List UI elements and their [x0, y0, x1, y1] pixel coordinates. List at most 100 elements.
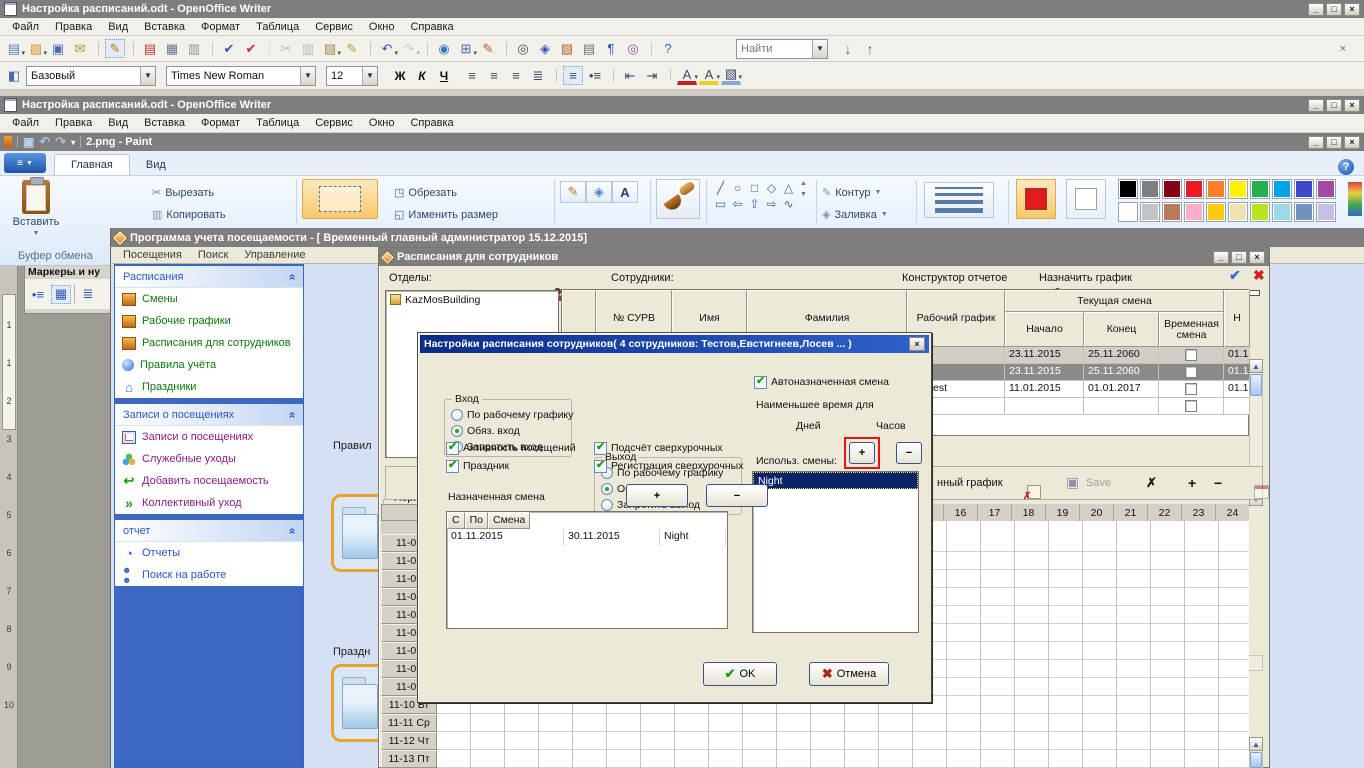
sidebar-item[interactable]: Служебные уходы — [115, 448, 303, 470]
assigned-row[interactable]: 01.11.2015 30.11.2015 Night — [447, 529, 727, 546]
assigned-col-header[interactable]: С — [447, 512, 465, 529]
style-dropdown-icon[interactable]: ▼ — [140, 67, 155, 85]
palette-color[interactable] — [1206, 202, 1226, 222]
checkbox[interactable] — [594, 442, 607, 455]
shape-icon[interactable]: ▭ — [712, 196, 729, 212]
align-right-button[interactable]: ≡ — [506, 66, 526, 85]
used-shifts-listbox[interactable]: Night — [752, 471, 919, 633]
copy-button[interactable]: ▥ Копировать — [152, 208, 226, 221]
shape-icon[interactable]: ○ — [729, 180, 746, 196]
underline-button[interactable]: Ч — [434, 66, 454, 85]
paste-button[interactable]: ▧ — [320, 39, 340, 58]
highlighting-button[interactable]: А — [699, 66, 719, 85]
calendar-disabled-icon[interactable] — [1254, 485, 1269, 499]
sidebar-section-report[interactable]: отчет» — [115, 520, 303, 542]
edit-file-button[interactable]: ✎ — [105, 39, 125, 58]
palette-color[interactable] — [1118, 202, 1138, 222]
col-end[interactable]: Конец — [1084, 312, 1159, 347]
decrease-indent-button[interactable]: ⇤ — [620, 66, 640, 85]
sidebar-item[interactable]: Расписания для сотрудников — [115, 332, 303, 354]
font-name-select[interactable]: Times New Roman ▼ — [166, 66, 316, 86]
restore-button[interactable]: □ — [1326, 99, 1342, 112]
palette-color[interactable] — [1294, 179, 1314, 199]
cut-button[interactable]: ✂ — [276, 39, 296, 58]
assigned-remove-button[interactable]: − — [706, 484, 768, 507]
brushes-button[interactable] — [656, 179, 700, 219]
font-dropdown-icon[interactable]: ▼ — [300, 67, 315, 85]
tab-home[interactable]: Главная — [54, 154, 130, 175]
shape-icon[interactable]: ∿ — [780, 196, 797, 212]
menu-item[interactable]: Справка — [402, 115, 461, 131]
color1-button[interactable] — [1016, 179, 1056, 219]
shape-icon[interactable]: ⇦ — [729, 196, 746, 212]
close-button[interactable]: × — [1344, 136, 1360, 149]
col-group-current-shift[interactable]: Текущая смена — [1005, 290, 1224, 312]
nonprinting-characters-button[interactable]: ¶ — [601, 39, 621, 58]
sidebar-item[interactable]: Поиск на работе — [115, 564, 303, 586]
delete-schedule-icon[interactable] — [1027, 485, 1041, 499]
menu-item[interactable]: Сервис — [307, 115, 361, 131]
quick-save-icon[interactable]: ▣ — [23, 135, 34, 149]
restore-button[interactable]: □ — [1326, 136, 1342, 149]
sidebar-item[interactable]: Добавить посещаемость — [115, 470, 303, 492]
menu-item[interactable]: Окно — [361, 115, 403, 131]
checkbox[interactable] — [446, 460, 459, 473]
format-paintbrush-button[interactable]: ✎ — [342, 39, 362, 58]
paint-titlebar[interactable]: ▣ ↶ ↷ ▾ 2.png - Paint _ □ × — [0, 133, 1364, 151]
paste-button[interactable]: Вставить ▼ — [10, 180, 62, 246]
font-color-button[interactable]: А — [677, 66, 697, 85]
scroll-up-icon[interactable]: ▲ — [1249, 737, 1263, 751]
scroll-thumb[interactable] — [1250, 374, 1262, 396]
table-button[interactable]: ⊞ — [456, 39, 476, 58]
palette-color[interactable] — [1228, 179, 1248, 199]
palette-color[interactable] — [1184, 202, 1204, 222]
find-dropdown-icon[interactable]: ▼ — [812, 40, 827, 58]
menu-item[interactable]: Формат — [193, 19, 248, 35]
bullets-panel-title[interactable]: Маркеры и ну — [25, 265, 113, 279]
align-justify-button[interactable]: ≣ — [528, 66, 548, 85]
open-button[interactable]: ▨ — [26, 39, 46, 58]
checkbox[interactable] — [446, 442, 459, 455]
grid-vscrollbar[interactable]: ▲ — [1249, 737, 1263, 768]
assigned-shifts-table[interactable]: СПоСмена 01.11.2015 30.11.2015 Night — [446, 511, 728, 629]
scroll-thumb[interactable] — [1250, 752, 1262, 768]
used-shift-add-button[interactable]: + — [849, 442, 875, 464]
radio-button[interactable] — [601, 499, 613, 511]
sidebar-item[interactable]: Записи о посещениях — [115, 426, 303, 448]
zoom-button[interactable]: ◎ — [623, 39, 643, 58]
sidebar-item[interactable]: Рабочие графики — [115, 310, 303, 332]
radio-button[interactable] — [601, 483, 613, 495]
menu-item[interactable]: Справка — [402, 19, 461, 35]
menu-item[interactable]: Окно — [361, 19, 403, 35]
close-button[interactable]: × — [1344, 3, 1360, 16]
assigned-col-header[interactable]: Смена — [488, 512, 530, 529]
help-icon[interactable]: ? — [1338, 159, 1354, 175]
fill-tool-icon[interactable]: ◈ — [586, 181, 612, 203]
styles-window-icon[interactable]: ◧ — [4, 66, 24, 85]
quick-redo-icon[interactable]: ↷ — [55, 134, 66, 150]
pencil-tool-icon[interactable]: ✎ — [560, 181, 586, 203]
assigned-col-header[interactable]: По — [465, 512, 488, 529]
gallery-button[interactable]: ▧ — [557, 39, 577, 58]
italic-button[interactable]: К — [412, 66, 432, 85]
menu-item[interactable]: Правка — [47, 19, 100, 35]
data-sources-button[interactable]: ▤ — [579, 39, 599, 58]
palette-color[interactable] — [1228, 202, 1248, 222]
cancel-button[interactable]: ✖ Отмена — [809, 662, 889, 686]
paragraph-style-select[interactable]: Базовый ▼ — [26, 66, 156, 86]
resize-button[interactable]: ◱ Изменить размер — [394, 208, 498, 221]
col-start[interactable]: Начало — [1005, 312, 1084, 347]
sidebar-item[interactable]: Коллективный уход — [115, 492, 303, 514]
auto-spellcheck-button[interactable]: ✔ — [241, 39, 261, 58]
sidebar-item[interactable]: Смены — [115, 288, 303, 310]
writer2-titlebar[interactable]: Настройка расписаний.odt - OpenOffice Wr… — [0, 96, 1364, 114]
palette-color[interactable] — [1206, 179, 1226, 199]
checkbox[interactable] — [594, 460, 607, 473]
draw-functions-button[interactable]: ✎ — [478, 39, 498, 58]
menu-item[interactable]: Вставка — [136, 19, 193, 35]
save-button[interactable]: ▣ — [48, 39, 68, 58]
palette-color[interactable] — [1162, 179, 1182, 199]
export-pdf-button[interactable]: ▤ — [140, 39, 160, 58]
edit-colors-icon[interactable] — [1348, 182, 1362, 216]
minimize-button[interactable]: _ — [1308, 3, 1324, 16]
